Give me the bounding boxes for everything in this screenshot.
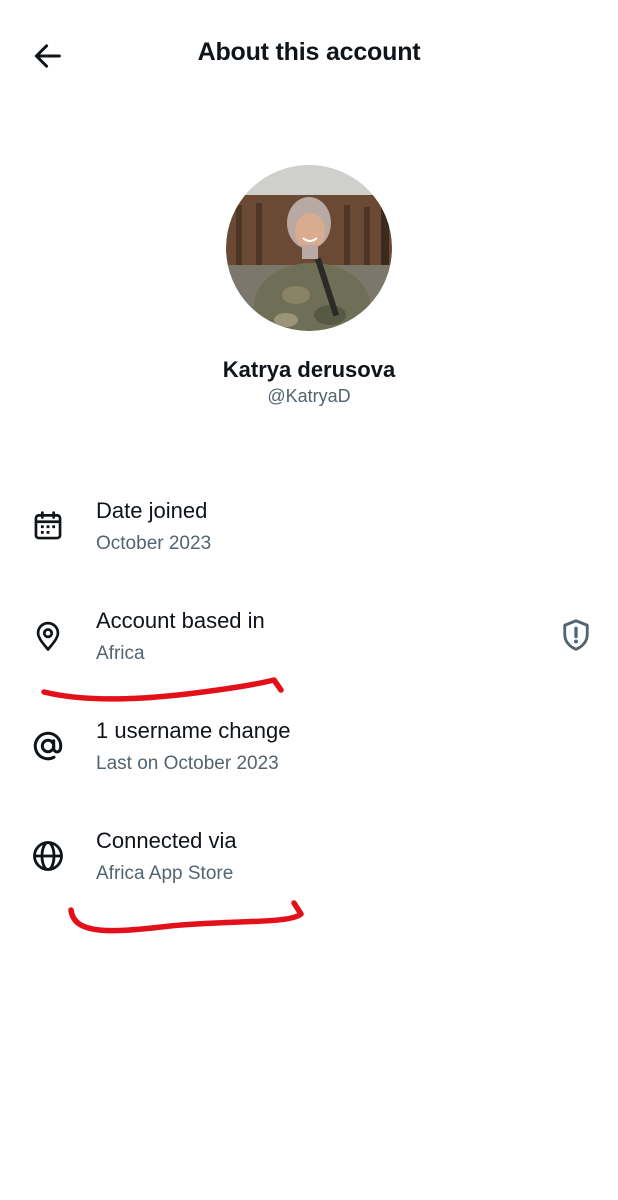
red-underline-mark [41, 677, 284, 702]
avatar[interactable] [226, 165, 392, 331]
date-joined-row: Date joined October 2023 [0, 492, 618, 572]
globe-icon [28, 836, 68, 876]
top-bar: About this account [0, 0, 618, 110]
display-name: Katrya derusova [222, 357, 396, 382]
page-title: About this account [197, 38, 421, 66]
shield-alert-button[interactable] [556, 615, 596, 655]
row-subtitle: October 2023 [96, 533, 212, 554]
username-handle: @KatryaD [267, 386, 351, 406]
row-title: Connected via [96, 828, 237, 853]
row-subtitle: Africa App Store [96, 863, 234, 884]
account-based-in-row: Account based in Africa [0, 602, 618, 682]
location-pin-icon [28, 616, 68, 656]
at-sign-icon [28, 726, 68, 766]
row-title: 1 username change [96, 718, 291, 743]
calendar-icon [28, 506, 68, 546]
row-subtitle: Last on October 2023 [96, 753, 279, 774]
red-underline-mark [68, 900, 304, 934]
connected-via-row: Connected via Africa App Store [0, 822, 618, 902]
username-change-row: 1 username change Last on October 2023 [0, 712, 618, 792]
row-title: Date joined [96, 498, 208, 523]
shield-alert-icon [563, 619, 589, 651]
row-title: Account based in [96, 608, 265, 633]
row-subtitle: Africa [96, 643, 145, 664]
profile-photo [226, 165, 392, 331]
